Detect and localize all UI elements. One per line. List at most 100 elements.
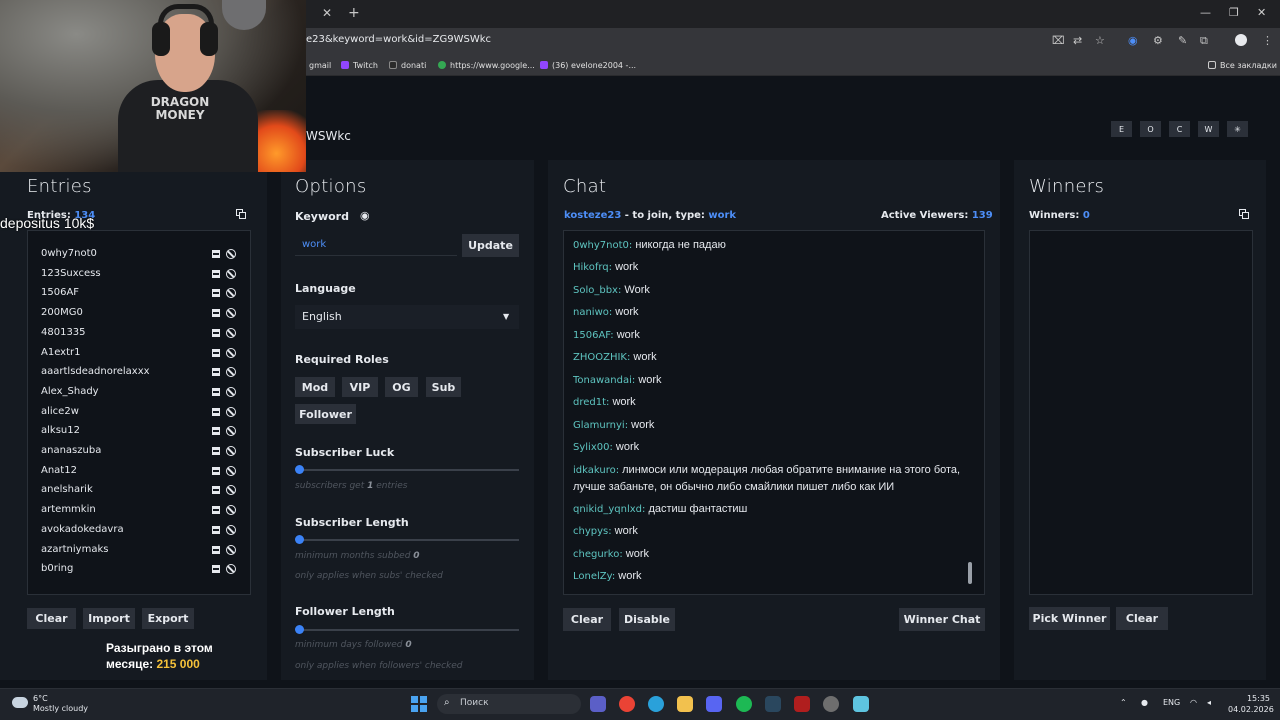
chat-username[interactable]: Hikofrq: [573,262,612,273]
spotify-icon[interactable] [736,696,752,712]
camera-blocked-icon[interactable]: ⌧ [1052,34,1065,47]
role-mod-toggle[interactable]: Mod [295,377,335,397]
copy-winners-icon[interactable] [1239,209,1249,219]
eye-icon[interactable]: ◉ [360,209,370,222]
minimize-icon[interactable]: — [1200,6,1211,19]
role-follower-toggle[interactable]: Follower [295,404,356,424]
top-button-o[interactable]: O [1140,121,1161,137]
tray-overflow-icon[interactable]: ⌃ [1120,698,1127,707]
chat-username[interactable]: Sylix00: [573,442,613,453]
ban-entry-icon[interactable] [226,249,236,259]
chat-username[interactable]: chypys: [573,526,612,537]
file-explorer-icon[interactable] [677,696,693,712]
ban-entry-icon[interactable] [226,485,236,496]
top-button-c[interactable]: C [1169,121,1190,137]
language-indicator[interactable]: ENG [1163,698,1180,707]
ban-entry-icon[interactable] [226,327,236,338]
extension-icon[interactable]: ⚙ [1153,34,1163,47]
translate-icon[interactable]: ⇄ [1073,34,1082,47]
discord-icon[interactable] [706,696,722,712]
chat-username[interactable]: qnikid_yqnlxd: [573,504,645,515]
weather-widget[interactable]: 6°C Mostly cloudy [33,694,88,714]
ban-entry-icon[interactable] [226,288,236,299]
app-icon[interactable] [823,696,839,712]
winner-chat-button[interactable]: Winner Chat [899,608,985,631]
remove-entry-icon[interactable] [212,486,220,495]
ban-entry-icon[interactable] [226,544,236,555]
keyword-update-button[interactable]: Update [462,234,519,257]
ban-entry-icon[interactable] [226,386,236,397]
winners-clear-button[interactable]: Clear [1116,607,1168,630]
subscriber-luck-knob[interactable] [295,465,304,474]
chat-username[interactable]: naniwo: [573,307,612,318]
extension-icon[interactable]: ◉ [1128,34,1138,47]
remove-entry-icon[interactable] [212,447,220,455]
bookmark-twitch[interactable]: Twitch [341,61,378,70]
remove-entry-icon[interactable] [212,348,220,357]
telegram-icon[interactable] [648,696,664,712]
entries-clear-button[interactable]: Clear [27,608,76,629]
taskbar-search[interactable] [437,694,581,714]
app-icon[interactable] [794,696,810,712]
bookmark-gmail[interactable]: gmail [309,61,331,70]
remove-entry-icon[interactable] [212,328,220,337]
volume-icon[interactable]: ◂ [1207,698,1211,707]
remove-entry-icon[interactable] [212,427,220,436]
chat-username[interactable]: ZHOOZHIK: [573,352,630,363]
ban-entry-icon[interactable] [226,308,236,319]
remove-entry-icon[interactable] [212,387,220,396]
follower-length-slider[interactable] [299,629,519,631]
chat-username[interactable]: chegurko: [573,549,623,560]
notepad-icon[interactable] [853,696,869,712]
bookmark-google[interactable]: https://www.google... [438,61,535,70]
channel-name[interactable]: kosteze23 [564,210,621,221]
microphone-icon[interactable]: ● [1141,698,1148,707]
tab-close-icon[interactable]: ✕ [322,6,332,20]
chat-username[interactable]: 0why7not0: [573,240,632,251]
role-sub-toggle[interactable]: Sub [426,377,461,397]
new-tab-icon[interactable]: + [348,5,360,21]
extension-icon[interactable]: ✎ [1178,34,1187,47]
chat-clear-button[interactable]: Clear [563,608,611,631]
ban-entry-icon[interactable] [226,524,236,535]
remove-entry-icon[interactable] [212,368,220,377]
ban-entry-icon[interactable] [226,367,236,378]
ban-entry-icon[interactable] [226,564,236,575]
remove-entry-icon[interactable] [212,466,220,475]
chrome-icon[interactable] [619,696,635,712]
remove-entry-icon[interactable] [212,407,220,416]
remove-entry-icon[interactable] [212,565,220,574]
app-icon[interactable] [590,696,606,712]
ban-entry-icon[interactable] [226,465,236,476]
bookmark-evelone[interactable]: (36) evelone2004 -... [540,61,636,70]
maximize-icon[interactable]: ❐ [1229,6,1239,19]
chat-username[interactable]: dred1t: [573,397,609,408]
theme-toggle-icon[interactable]: ✳ [1227,121,1248,137]
chat-scrollbar[interactable] [968,562,972,584]
profile-avatar[interactable] [1235,34,1247,46]
windows-start-icon[interactable] [411,696,427,712]
ban-entry-icon[interactable] [226,347,236,358]
url-text[interactable]: e23&keyword=work&id=ZG9WSWkc [306,34,491,45]
chat-username[interactable]: Solo_bbx: [573,285,621,296]
subscriber-luck-slider[interactable] [299,469,519,471]
role-vip-toggle[interactable]: VIP [342,377,378,397]
remove-entry-icon[interactable] [212,506,220,515]
chat-username[interactable]: LonelZy: [573,571,615,582]
top-button-w[interactable]: W [1198,121,1219,137]
chat-username[interactable]: Tonawandai: [573,375,635,386]
ban-entry-icon[interactable] [226,446,236,456]
steam-icon[interactable] [765,696,781,712]
window-close-icon[interactable]: ✕ [1257,6,1266,19]
pick-winner-button[interactable]: Pick Winner [1029,607,1110,630]
ban-entry-icon[interactable] [226,406,236,417]
copy-entries-icon[interactable] [236,209,246,219]
follower-length-knob[interactable] [295,625,304,634]
wifi-icon[interactable]: ◠ [1190,698,1197,707]
winners-list[interactable] [1029,230,1253,595]
cloud-icon[interactable] [12,697,28,708]
chat-disable-button[interactable]: Disable [619,608,675,631]
remove-entry-icon[interactable] [212,289,220,298]
chat-username[interactable]: Glamurnyi: [573,420,628,431]
ban-entry-icon[interactable] [226,505,236,516]
